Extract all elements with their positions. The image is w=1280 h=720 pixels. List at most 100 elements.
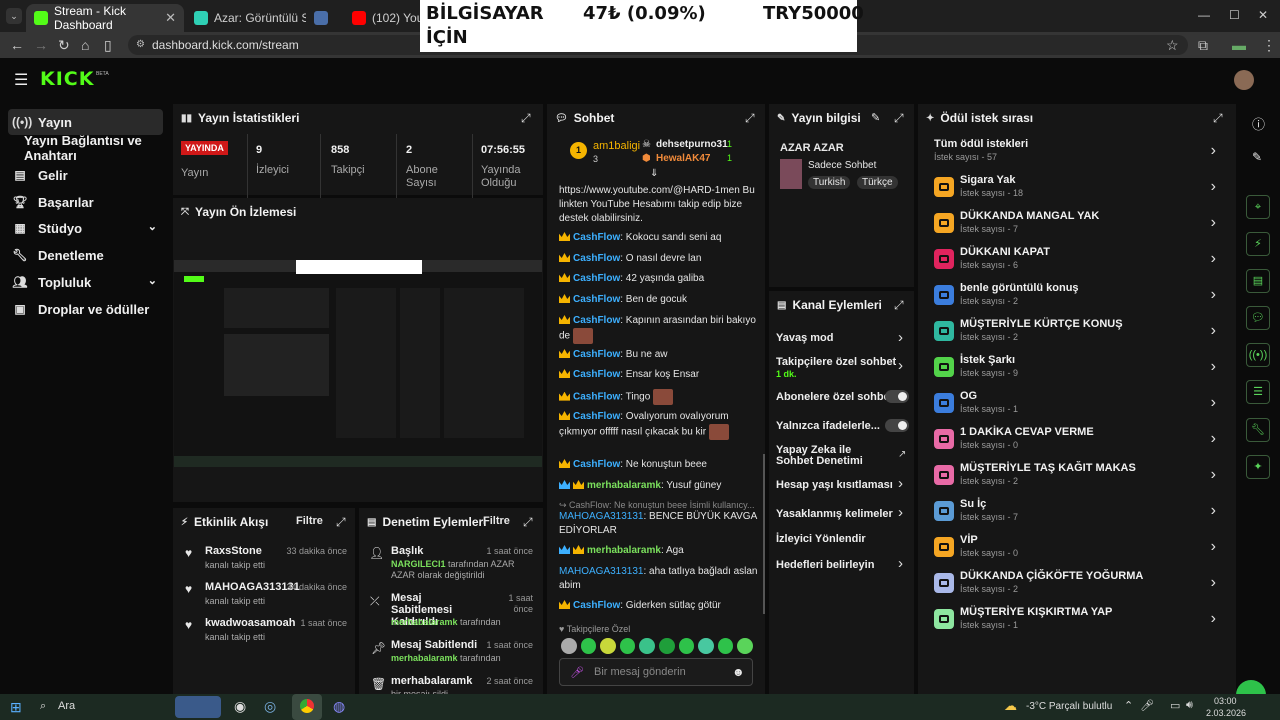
goals-item[interactable]: Hedefleri belirleyin: [776, 559, 874, 571]
emotes-only-item[interactable]: Yalnızca ifadelerle...: [776, 420, 880, 432]
menu-dots-icon[interactable]: ⋮: [1262, 37, 1276, 54]
reward-row[interactable]: 1 DAKİKA CEVAP VERME İstek sayısı - 0 ›: [934, 426, 1224, 460]
tab-azar[interactable]: Azar: Görüntülü Sohbet & V: [186, 4, 306, 32]
ai-moderation-item[interactable]: Yapay Zeka ile Sohbet Denetimi: [776, 445, 886, 467]
reward-row[interactable]: DÜKKANDA ÇİĞKÖFTE YOĞURMA İstek sayısı - …: [934, 570, 1224, 604]
broadcast-button[interactable]: ((•)): [1246, 343, 1270, 367]
chat-username[interactable]: CashFlow: [573, 315, 620, 326]
screenshot-button[interactable]: ⌖: [1246, 195, 1270, 219]
all-rewards-row[interactable]: Tüm ödül istekleri İstek sayısı - 57 ›: [934, 138, 1224, 172]
chevron-right-icon[interactable]: ›: [898, 357, 903, 374]
back-icon[interactable]: ←: [10, 37, 24, 53]
close-icon[interactable]: ✕: [165, 10, 176, 26]
subscribers-only-item[interactable]: Abonelere özel sohbet: [776, 391, 893, 403]
sidebar-item-droplar[interactable]: ▣ Droplar ve ödüller: [8, 296, 163, 322]
tab-youtube[interactable]: (102) YouTube: [344, 4, 420, 32]
emote-image[interactable]: [698, 638, 714, 654]
windows-start-icon[interactable]: ⊞: [10, 699, 22, 716]
leader-name[interactable]: dehsetpurno31: [656, 139, 728, 150]
pencil-icon[interactable]: ✎: [1252, 150, 1262, 164]
chat-username[interactable]: CashFlow: [573, 273, 620, 284]
emoji-icon[interactable]: ☻: [732, 665, 745, 679]
hamburger-menu-icon[interactable]: ☰: [14, 70, 28, 90]
reload-icon[interactable]: ↻: [58, 37, 70, 54]
chevron-right-icon[interactable]: ›: [898, 475, 903, 492]
raid-item[interactable]: İzleyici Yönlendir: [776, 533, 866, 545]
expand-icon[interactable]: ⤢: [523, 515, 533, 530]
window-close-icon[interactable]: ✕: [1258, 8, 1268, 22]
emote-image[interactable]: [678, 638, 695, 654]
chat-username[interactable]: MAHOAGA313131: [559, 511, 644, 522]
tab-kick-dashboard[interactable]: Stream - Kick Dashboard ✕: [26, 4, 184, 32]
shapes-button[interactable]: ✦: [1246, 455, 1270, 479]
site-info-icon[interactable]: ⚙: [136, 35, 145, 55]
tray-chevron-icon[interactable]: ⌃: [1124, 699, 1133, 712]
taskbar-search[interactable]: Ara: [58, 700, 75, 712]
list-button[interactable]: ☰: [1246, 380, 1270, 404]
expand-icon[interactable]: ⤢: [336, 515, 346, 530]
obs-icon[interactable]: ◉: [234, 698, 246, 715]
sidebar-item-studyo[interactable]: ▦ Stüdyo ⌄: [8, 215, 163, 241]
emote-image[interactable]: [737, 638, 753, 654]
followers-only-item[interactable]: Takipçilere özel sohbet: [776, 356, 896, 368]
reward-row[interactable]: MÜŞTERİYLE KÜRTÇE KONUŞ İstek sayısı - 2 ›: [934, 318, 1224, 352]
expand-icon[interactable]: ⤢: [894, 298, 904, 313]
chevron-right-icon[interactable]: ›: [898, 329, 903, 346]
chevron-right-icon[interactable]: ›: [898, 504, 903, 521]
chat-username[interactable]: CashFlow: [573, 294, 620, 305]
tab-search-button[interactable]: ⌄: [6, 8, 22, 24]
chat-scrollbar[interactable]: [763, 454, 765, 614]
external-link-icon[interactable]: ↗: [898, 449, 906, 460]
emote-image[interactable]: [561, 638, 577, 654]
clock-date[interactable]: 2.03.2026: [1206, 708, 1246, 718]
category-name[interactable]: Sadece Sohbet: [808, 160, 876, 171]
reward-row[interactable]: İstek Şarkı İstek sayısı - 9 ›: [934, 354, 1224, 388]
chat-username[interactable]: CashFlow: [573, 392, 620, 403]
reward-row[interactable]: VİP İstek sayısı - 0 ›: [934, 534, 1224, 568]
chat-username[interactable]: MAHOAGA313131: [559, 566, 644, 577]
chrome-icon[interactable]: [292, 694, 322, 720]
kick-logo[interactable]: KICK: [40, 68, 94, 90]
banned-words-item[interactable]: Yasaklanmış kelimeler: [776, 508, 893, 520]
tab-unknown[interactable]: [306, 4, 342, 32]
leader-name[interactable]: am1baligi: [593, 140, 640, 152]
chat-button[interactable]: 💬︎: [1246, 306, 1270, 330]
emote-image[interactable]: [600, 638, 616, 654]
subscribers-only-toggle[interactable]: [885, 390, 909, 403]
forward-icon[interactable]: →: [34, 37, 48, 53]
chat-username[interactable]: CashFlow: [573, 369, 620, 380]
chevron-down-icon[interactable]: ⇓: [650, 168, 658, 179]
maximize-icon[interactable]: ☐: [1229, 8, 1240, 22]
leader-name[interactable]: HewalAK47: [656, 153, 710, 164]
search-icon[interactable]: ⌕: [40, 700, 46, 713]
clock-time[interactable]: 03:00: [1214, 696, 1237, 706]
slow-mode-item[interactable]: Yavaş mod: [776, 332, 833, 344]
reward-row[interactable]: DÜKKANDA MANGAL YAK İstek sayısı - 7 ›: [934, 210, 1224, 244]
chat-username[interactable]: merhabalaramk: [587, 545, 661, 556]
reward-row[interactable]: MÜŞTERİYLE TAŞ KAĞIT MAKAS İstek sayısı -…: [934, 462, 1224, 496]
widget-thumbnail[interactable]: [175, 696, 221, 718]
reward-row[interactable]: MÜŞTERİYE KIŞKIRTMA YAP İstek sayısı - 1 ›: [934, 606, 1224, 640]
mod-actor[interactable]: merhabalaramk: [391, 617, 458, 627]
activity-user[interactable]: RaxsStone: [205, 545, 262, 557]
wrench-button[interactable]: 🔧︎: [1246, 418, 1270, 442]
chat-username[interactable]: CashFlow: [573, 253, 620, 264]
chat-username[interactable]: merhabalaramk: [587, 480, 661, 491]
expand-icon[interactable]: ⤢: [1213, 111, 1223, 126]
home-icon[interactable]: ⌂: [81, 37, 89, 53]
expand-icon[interactable]: ⤢: [745, 111, 755, 126]
weather-text[interactable]: -3°C Parçalı bulutlu: [1026, 701, 1112, 712]
reward-row[interactable]: benle görüntülü konuş İstek sayısı - 2 ›: [934, 282, 1224, 316]
activity-user[interactable]: kwadwoasamoah: [205, 617, 295, 629]
chevron-right-icon[interactable]: ›: [898, 555, 903, 572]
avatar[interactable]: [1234, 70, 1254, 90]
emote-image[interactable]: [580, 638, 597, 654]
lightning-button[interactable]: ⚡︎: [1246, 232, 1270, 256]
sidebar-item-topluluk[interactable]: 👥︎ Topluluk ⌄: [8, 269, 163, 295]
stream-preview-video[interactable]: [174, 260, 542, 467]
sidebar-item-denetleme[interactable]: 🔧︎ Denetleme: [8, 242, 163, 268]
chat-username[interactable]: CashFlow: [573, 232, 620, 243]
chat-input[interactable]: 🎤︎ Bir mesaj gönderin ☻: [559, 658, 753, 686]
sidebar-item-stream-key[interactable]: Yayın Bağlantısı ve Anahtarı: [20, 133, 175, 163]
emote-image[interactable]: [619, 638, 636, 654]
